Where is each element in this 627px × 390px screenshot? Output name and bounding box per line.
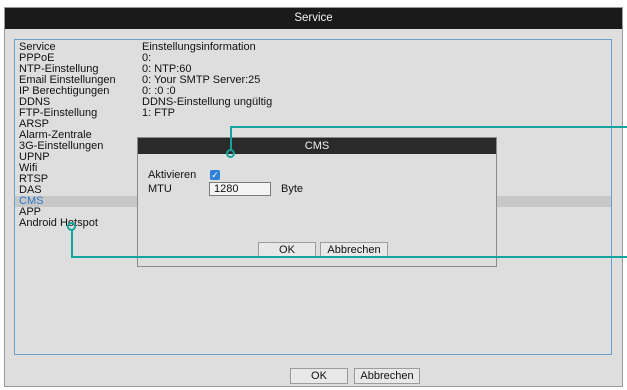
table-row[interactable]: ARSP (15, 119, 611, 130)
enable-checkbox[interactable]: ✓ (210, 170, 220, 180)
row-info: 1: FTP (142, 107, 176, 119)
annotation-marker-dialog (226, 149, 235, 158)
mtu-label: MTU (148, 183, 172, 195)
table-row[interactable]: FTP-Einstellung 1: FTP (15, 108, 611, 119)
window-title: Service (5, 8, 622, 29)
annotation-line-bottom-horizontal (71, 256, 627, 258)
mtu-input[interactable]: 1280 (209, 182, 271, 196)
checkmark-icon: ✓ (211, 170, 219, 180)
table-row[interactable]: DDNS DDNS-Einstellung ungültig (15, 97, 611, 108)
table-row[interactable]: PPPoE 0: (15, 53, 611, 64)
enable-label: Aktivieren (148, 169, 197, 181)
dialog-title: CMS (138, 138, 496, 154)
row-service: Android Hotspot (19, 217, 98, 229)
mtu-unit-label: Byte (281, 183, 304, 195)
annotation-line-top-horizontal (230, 126, 627, 128)
ok-button[interactable]: OK (290, 368, 348, 384)
table-row[interactable]: IP Berechtigungen 0: :0 :0 (15, 86, 611, 97)
annotation-line-top-vertical (230, 126, 232, 150)
table-header: Service Einstellungsinformation (15, 41, 611, 53)
cancel-button[interactable]: Abbrechen (354, 368, 420, 384)
cms-dialog: CMS Aktivieren ✓ MTU 1280 Byte OK Abbrec… (137, 137, 497, 267)
annotation-line-bottom-vertical (71, 230, 73, 258)
header-info: Einstellungsinformation (142, 41, 256, 53)
